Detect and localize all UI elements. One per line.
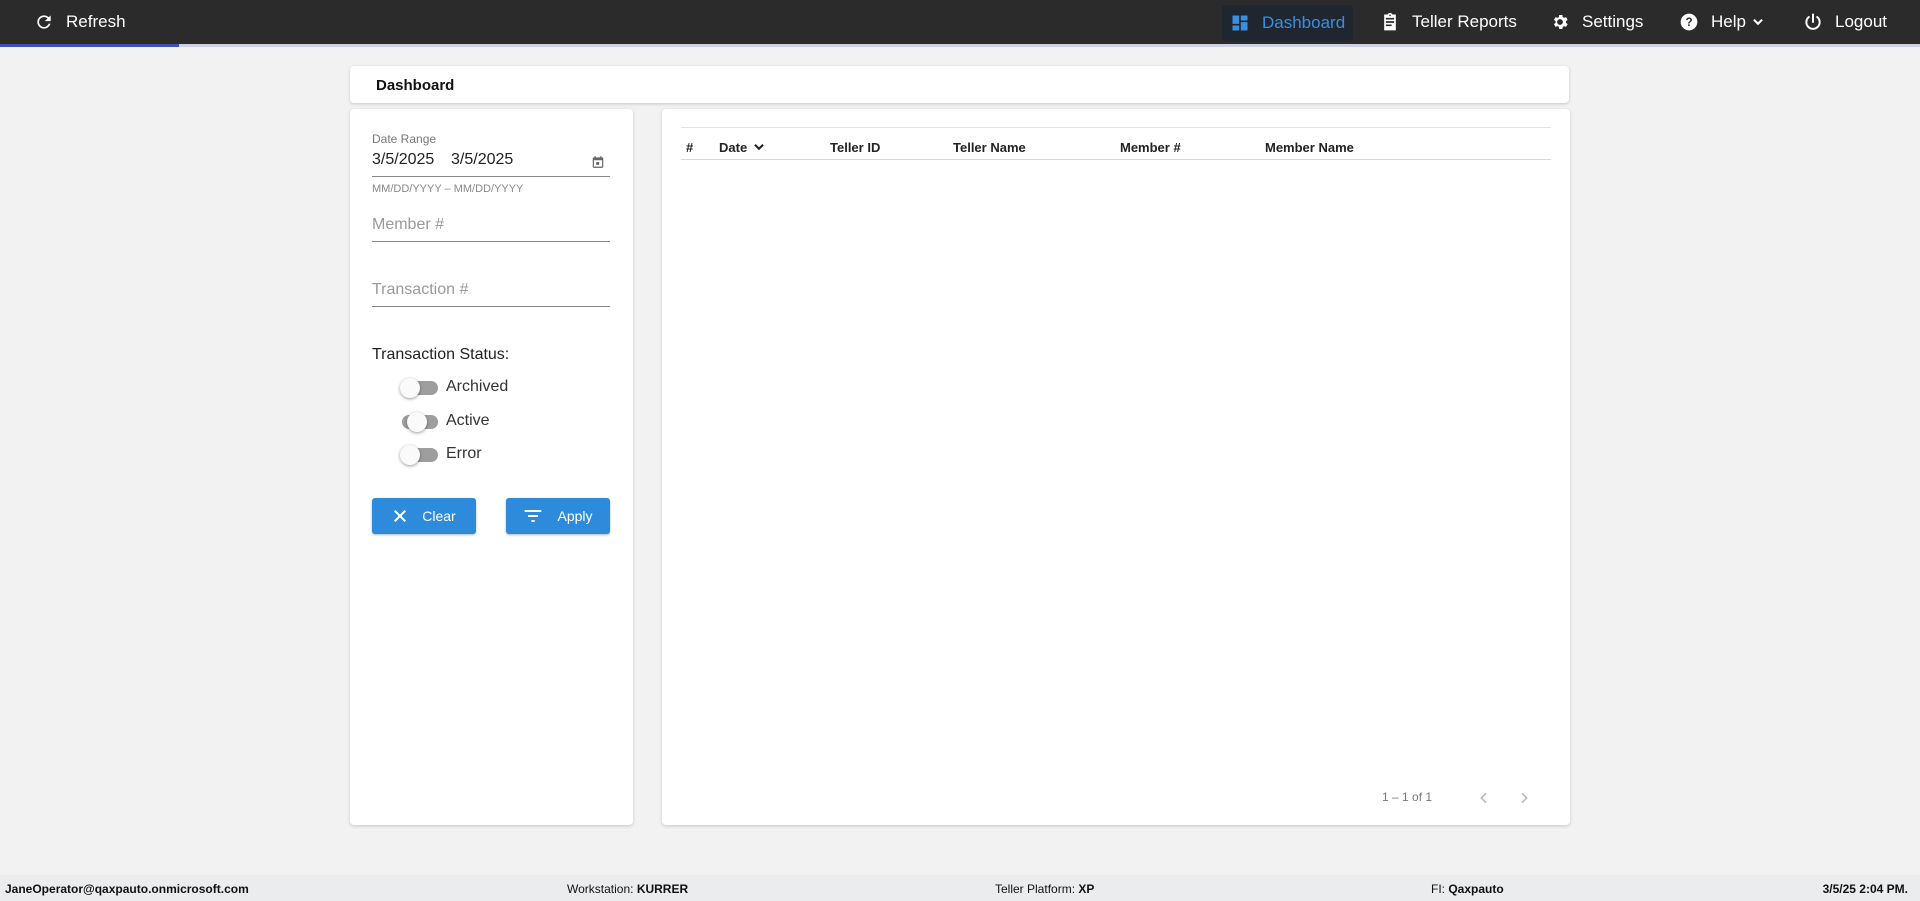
clipboard-icon — [1384, 12, 1396, 31]
column-header-date[interactable]: Date — [719, 136, 766, 158]
column-header-teller-name[interactable]: Teller Name — [953, 136, 1026, 158]
start-date-input[interactable]: 3/5/2025 — [372, 151, 434, 169]
transactions-table-card: # Date Teller ID Teller Name Member # Me… — [662, 109, 1570, 825]
calendar-icon[interactable] — [591, 155, 605, 169]
filter-icon — [525, 509, 542, 523]
column-header-teller-id[interactable]: Teller ID — [830, 136, 880, 158]
column-header-number[interactable]: # — [686, 136, 693, 158]
top-nav-bar: Refresh Dashboard Teller Reports Setting… — [0, 0, 1920, 44]
pagination-range: 1 – 1 of 1 — [1382, 790, 1433, 804]
member-number-input[interactable]: Member # — [372, 216, 444, 234]
filter-panel: Date Range 3/5/2025 3/5/2025 MM/DD/YYYY … — [350, 109, 633, 825]
nav-teller-reports[interactable]: Teller Reports — [1380, 0, 1517, 44]
end-date-input[interactable]: 3/5/2025 — [451, 151, 513, 169]
date-range-label: Date Range — [372, 132, 437, 146]
page-title: Dashboard — [376, 77, 455, 94]
status-footer: JaneOperator@qaxpauto.onmicrosoft.com Wo… — [0, 875, 1920, 901]
gear-icon — [1553, 15, 1568, 30]
page-title-card: Dashboard — [350, 66, 1569, 103]
chevron-down-icon — [1753, 18, 1763, 26]
svg-text:?: ? — [1685, 16, 1692, 29]
next-page-icon[interactable] — [1516, 790, 1532, 806]
dashboard-icon — [1232, 15, 1248, 31]
transaction-number-input[interactable]: Transaction # — [372, 281, 468, 299]
nav-help[interactable]: ? Help — [1679, 0, 1765, 44]
date-format-hint: MM/DD/YYYY – MM/DD/YYYY — [372, 183, 524, 195]
error-toggle[interactable] — [400, 445, 438, 465]
transaction-status-label: Transaction Status: — [372, 346, 510, 363]
archived-toggle[interactable] — [400, 378, 438, 398]
clear-button[interactable]: Clear — [372, 498, 476, 534]
error-label: Error — [446, 445, 482, 462]
teller-platform-info: Teller Platform: XP — [995, 882, 1095, 896]
archived-label: Archived — [446, 378, 509, 395]
user-email: JaneOperator@qaxpauto.onmicrosoft.com — [5, 882, 249, 896]
column-header-member-name[interactable]: Member Name — [1265, 136, 1354, 158]
nav-dashboard[interactable]: Dashboard — [1222, 5, 1354, 41]
previous-page-icon[interactable] — [1476, 790, 1492, 806]
loading-progress-bar — [0, 44, 1920, 47]
current-datetime: 3/5/25 2:04 PM. — [1822, 882, 1908, 896]
column-header-member-number[interactable]: Member # — [1120, 136, 1181, 158]
active-label: Active — [446, 412, 490, 429]
sort-descending-icon — [754, 143, 764, 151]
power-icon — [1805, 13, 1821, 30]
close-icon — [394, 509, 407, 523]
refresh-icon — [37, 15, 51, 29]
fi-info: FI: Qaxpauto — [1431, 882, 1504, 896]
nav-settings[interactable]: Settings — [1550, 0, 1643, 44]
workstation-info: Workstation: KURRER — [567, 882, 689, 896]
apply-button[interactable]: Apply — [506, 498, 610, 534]
help-circle-icon: ? — [1680, 13, 1698, 31]
nav-logout[interactable]: Logout — [1803, 0, 1887, 44]
refresh-button[interactable]: Refresh — [34, 0, 126, 44]
active-toggle[interactable] — [402, 412, 438, 432]
